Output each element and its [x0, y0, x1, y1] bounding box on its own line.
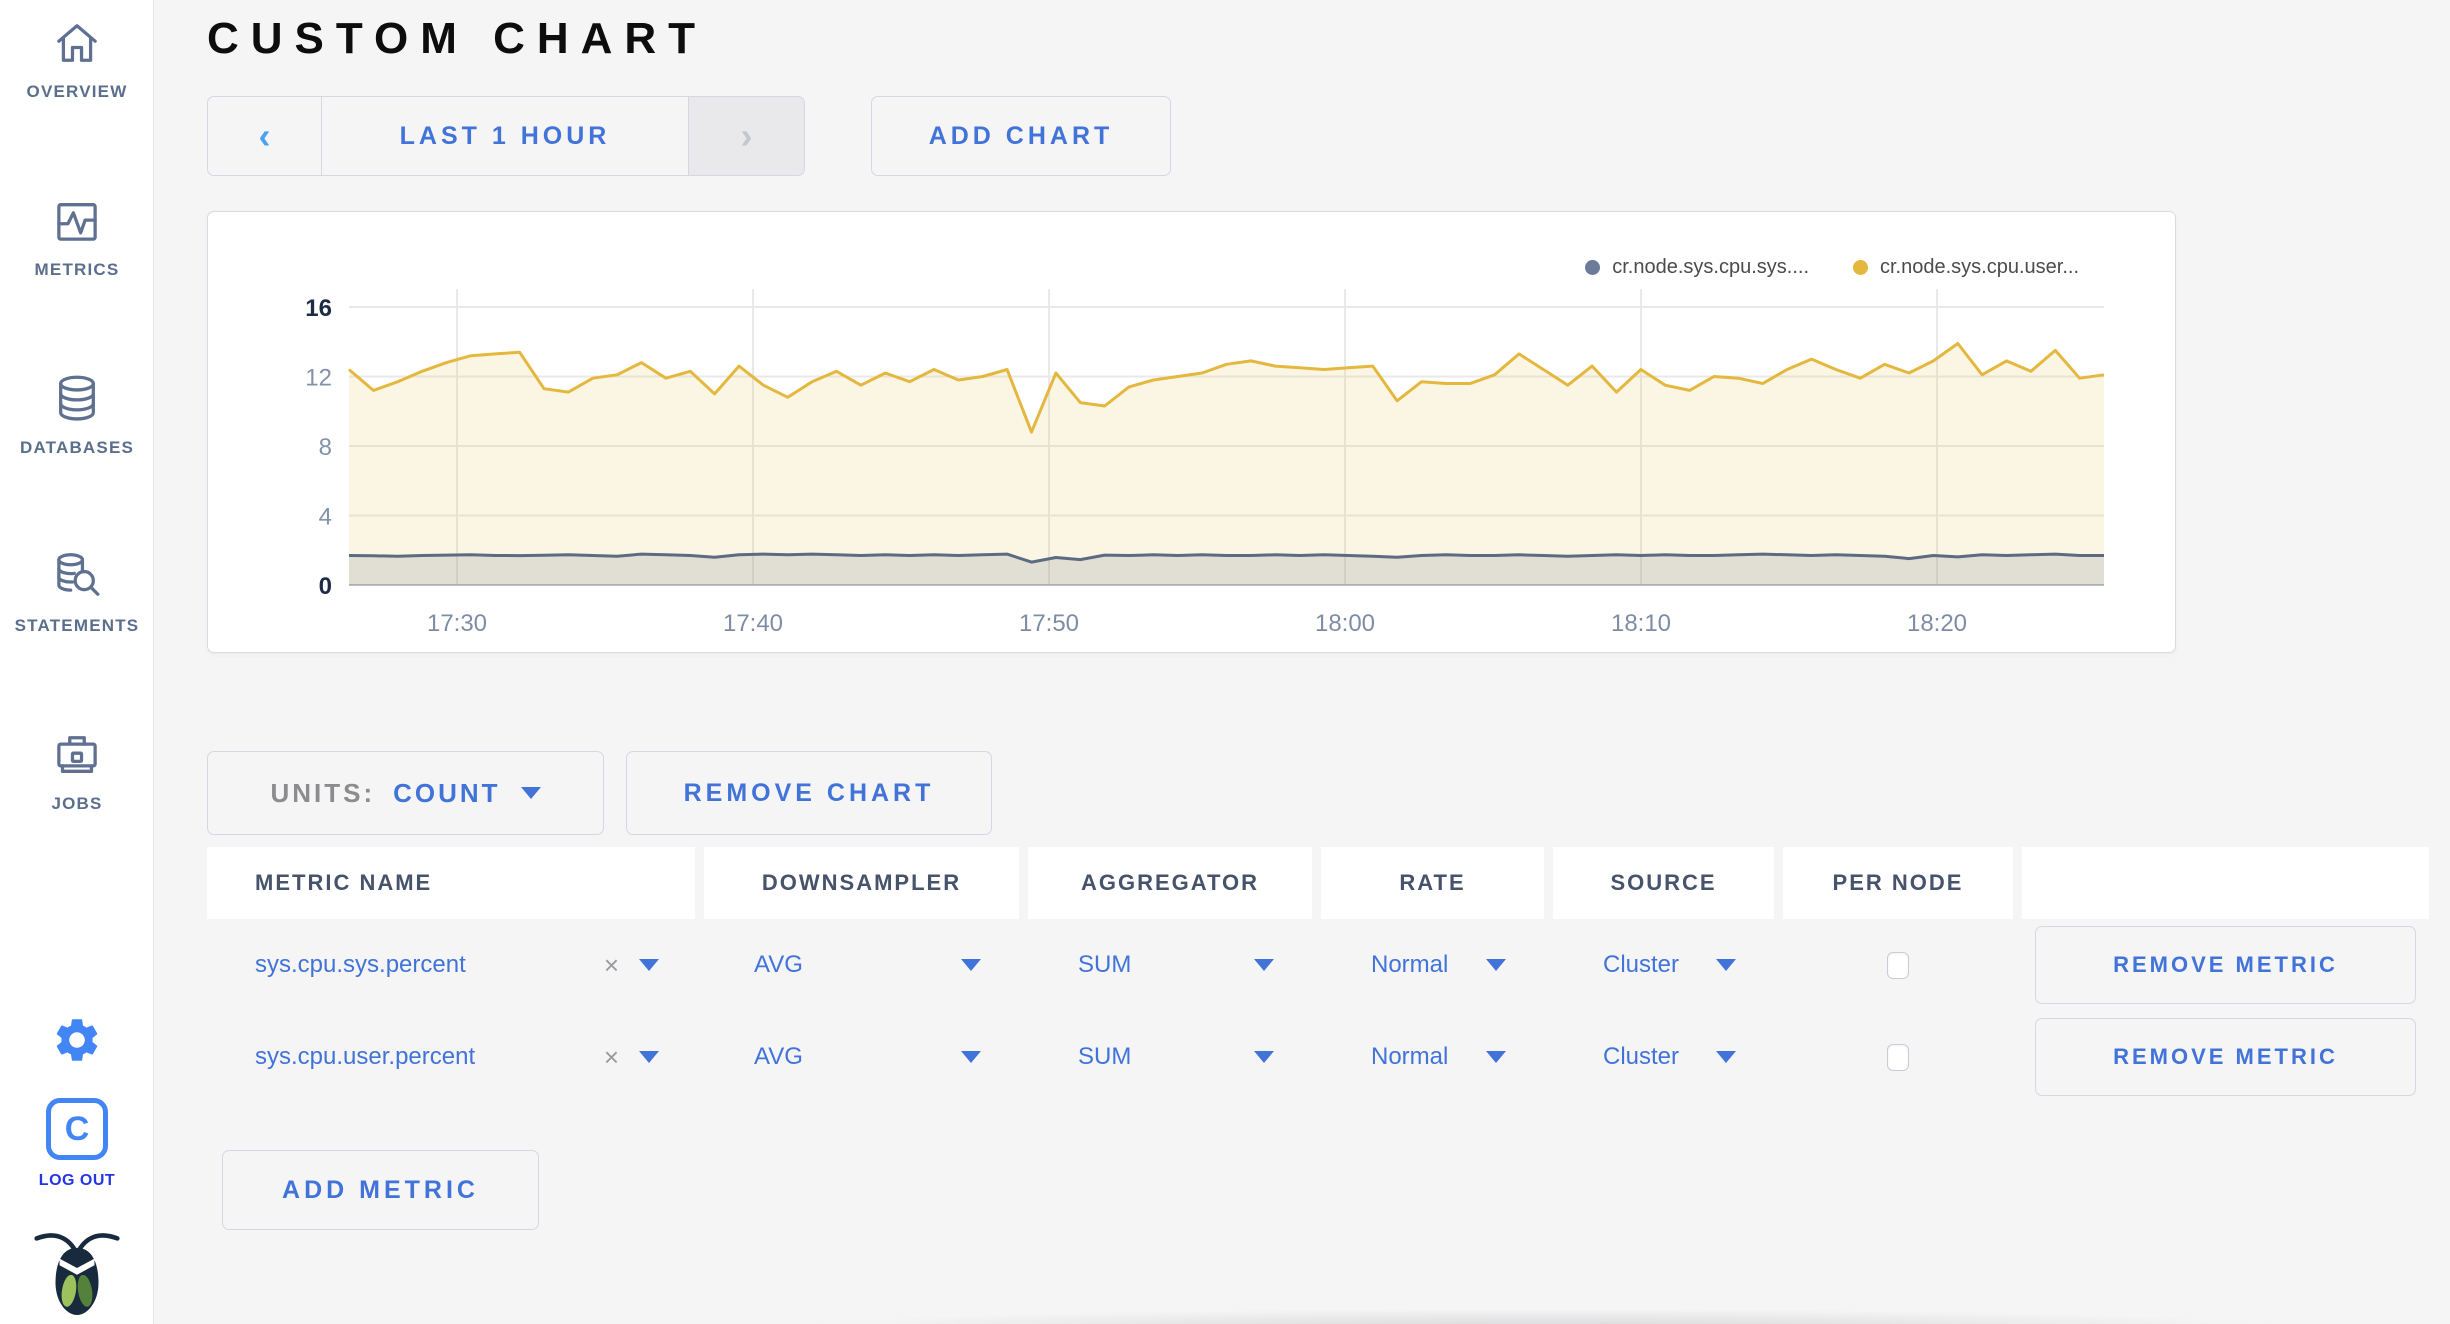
svg-text:18:00: 18:00 [1315, 610, 1375, 637]
sidebar-item-jobs[interactable]: JOBS [0, 726, 154, 814]
per-node-checkbox[interactable] [1887, 951, 1909, 979]
svg-text:17:40: 17:40 [723, 610, 783, 637]
downsampler-dropdown[interactable]: AVG [704, 1011, 1019, 1103]
rate-dropdown[interactable]: Normal [1321, 919, 1544, 1011]
svg-text:8: 8 [319, 434, 332, 461]
logout-icon: C [46, 1098, 108, 1160]
units-label: UNITS: [270, 777, 376, 808]
time-range-dropdown[interactable]: LAST 1 HOUR [322, 97, 688, 175]
chart-settings-row: UNITS: COUNT REMOVE CHART [207, 751, 2450, 835]
sidebar: OVERVIEW METRICS DATABASES STATEMENTS JO… [0, 0, 154, 1324]
svg-text:17:30: 17:30 [427, 610, 487, 637]
settings-control[interactable] [0, 1014, 154, 1071]
source-dropdown[interactable]: Cluster [1553, 1011, 1774, 1103]
database-icon [59, 375, 95, 421]
add-metric-button[interactable]: ADD METRIC [222, 1150, 539, 1230]
home-icon [57, 24, 97, 62]
sidebar-item-label: JOBS [51, 794, 103, 813]
chevron-down-icon [1254, 959, 1274, 971]
legend-entry-user[interactable]: cr.node.sys.cpu.user... [1853, 256, 2079, 279]
statements-icon [57, 553, 100, 596]
column-header-actions [2022, 847, 2429, 919]
aggregator-dropdown[interactable]: SUM [1028, 1011, 1312, 1103]
metric-row-2: sys.cpu.user.percent × AVG SUM Normal Cl… [207, 1011, 2438, 1103]
sidebar-item-statements[interactable]: STATEMENTS [0, 548, 154, 636]
chevron-down-icon [1254, 1051, 1274, 1063]
units-value: COUNT [393, 777, 501, 808]
remove-metric-button[interactable]: REMOVE METRIC [2035, 1018, 2416, 1096]
metric-name-value: sys.cpu.sys.percent [255, 951, 466, 978]
svg-text:17:50: 17:50 [1019, 610, 1079, 637]
chevron-down-icon [1486, 959, 1506, 971]
sidebar-item-label: DATABASES [19, 438, 135, 457]
column-header-per-node: PER NODE [1783, 847, 2013, 919]
sidebar-item-databases[interactable]: DATABASES [0, 370, 154, 458]
svg-text:16: 16 [305, 295, 332, 322]
chart-legend: cr.node.sys.cpu.sys.... cr.node.sys.cpu.… [1585, 256, 2079, 279]
add-chart-button[interactable]: ADD CHART [871, 96, 1171, 176]
legend-label: cr.node.sys.cpu.sys.... [1612, 256, 1809, 278]
sidebar-item-label: OVERVIEW [26, 82, 128, 101]
sidebar-item-overview[interactable]: OVERVIEW [0, 14, 154, 102]
page-title: CUSTOM CHART [207, 14, 708, 63]
time-range-selector: ‹ LAST 1 HOUR › [207, 96, 805, 176]
sidebar-item-label: METRICS [34, 260, 120, 279]
chevron-down-icon [639, 1051, 659, 1063]
chevron-down-icon [1486, 1051, 1506, 1063]
chevron-down-icon [520, 787, 541, 799]
source-dropdown[interactable]: Cluster [1553, 919, 1774, 1011]
column-header-rate: RATE [1321, 847, 1544, 919]
time-range-label: LAST 1 HOUR [399, 121, 611, 150]
metrics-table: METRIC NAME DOWNSAMPLER AGGREGATOR RATE … [207, 847, 2438, 1103]
metric-name-select[interactable]: sys.cpu.user.percent × [207, 1011, 695, 1103]
column-header-source: SOURCE [1553, 847, 1774, 919]
metrics-table-header: METRIC NAME DOWNSAMPLER AGGREGATOR RATE … [207, 847, 2438, 919]
rate-dropdown[interactable]: Normal [1321, 1011, 1544, 1103]
main-content: CUSTOM CHART ‹ LAST 1 HOUR › ADD CHART c… [154, 0, 2450, 1324]
column-header-aggregator: AGGREGATOR [1028, 847, 1312, 919]
chevron-down-icon [1716, 1051, 1736, 1063]
legend-dot-icon [1853, 260, 1868, 275]
gear-icon [56, 1019, 98, 1061]
chevron-down-icon [1716, 959, 1736, 971]
column-header-downsampler: DOWNSAMPLER [704, 847, 1019, 919]
svg-text:0: 0 [319, 573, 332, 600]
aggregator-dropdown[interactable]: SUM [1028, 919, 1312, 1011]
svg-text:12: 12 [305, 365, 332, 392]
svg-text:4: 4 [319, 504, 332, 531]
svg-text:18:10: 18:10 [1611, 610, 1671, 637]
time-range-prev-button[interactable]: ‹ [208, 97, 322, 175]
metrics-icon [57, 203, 97, 241]
metric-name-select[interactable]: sys.cpu.sys.percent × [207, 919, 695, 1011]
units-dropdown[interactable]: UNITS: COUNT [207, 751, 604, 835]
svg-text:18:20: 18:20 [1907, 610, 1967, 637]
per-node-checkbox[interactable] [1887, 1043, 1909, 1071]
chevron-right-icon: › [740, 115, 753, 156]
sidebar-item-metrics[interactable]: METRICS [0, 192, 154, 280]
chart-controls-row: ‹ LAST 1 HOUR › ADD CHART [207, 96, 2450, 176]
metric-row-1: sys.cpu.sys.percent × AVG SUM Normal Clu… [207, 919, 2438, 1011]
jobs-icon [57, 736, 97, 773]
logout-label: LOG OUT [38, 1172, 116, 1189]
metric-name-value: sys.cpu.user.percent [255, 1043, 476, 1070]
clear-metric-icon[interactable]: × [604, 950, 619, 981]
custom-chart-card: cr.node.sys.cpu.sys.... cr.node.sys.cpu.… [207, 211, 2176, 653]
legend-label: cr.node.sys.cpu.user... [1880, 256, 2079, 278]
legend-entry-sys[interactable]: cr.node.sys.cpu.sys.... [1585, 256, 1809, 279]
sidebar-item-label: STATEMENTS [14, 616, 140, 635]
chevron-left-icon: ‹ [258, 115, 271, 156]
remove-chart-button[interactable]: REMOVE CHART [626, 751, 992, 835]
chevron-down-icon [639, 959, 659, 971]
chevron-down-icon [961, 959, 981, 971]
time-range-next-button[interactable]: › [688, 97, 804, 175]
cockroachdb-logo [0, 1226, 154, 1323]
clear-metric-icon[interactable]: × [604, 1042, 619, 1073]
cockroach-bug-icon [34, 1233, 120, 1315]
legend-dot-icon [1585, 260, 1601, 275]
downsampler-dropdown[interactable]: AVG [704, 919, 1019, 1011]
chevron-down-icon [961, 1051, 981, 1063]
remove-metric-button[interactable]: REMOVE METRIC [2035, 926, 2416, 1004]
logout-control[interactable]: C LOG OUT [0, 1098, 154, 1190]
column-header-metric-name: METRIC NAME [207, 847, 695, 919]
